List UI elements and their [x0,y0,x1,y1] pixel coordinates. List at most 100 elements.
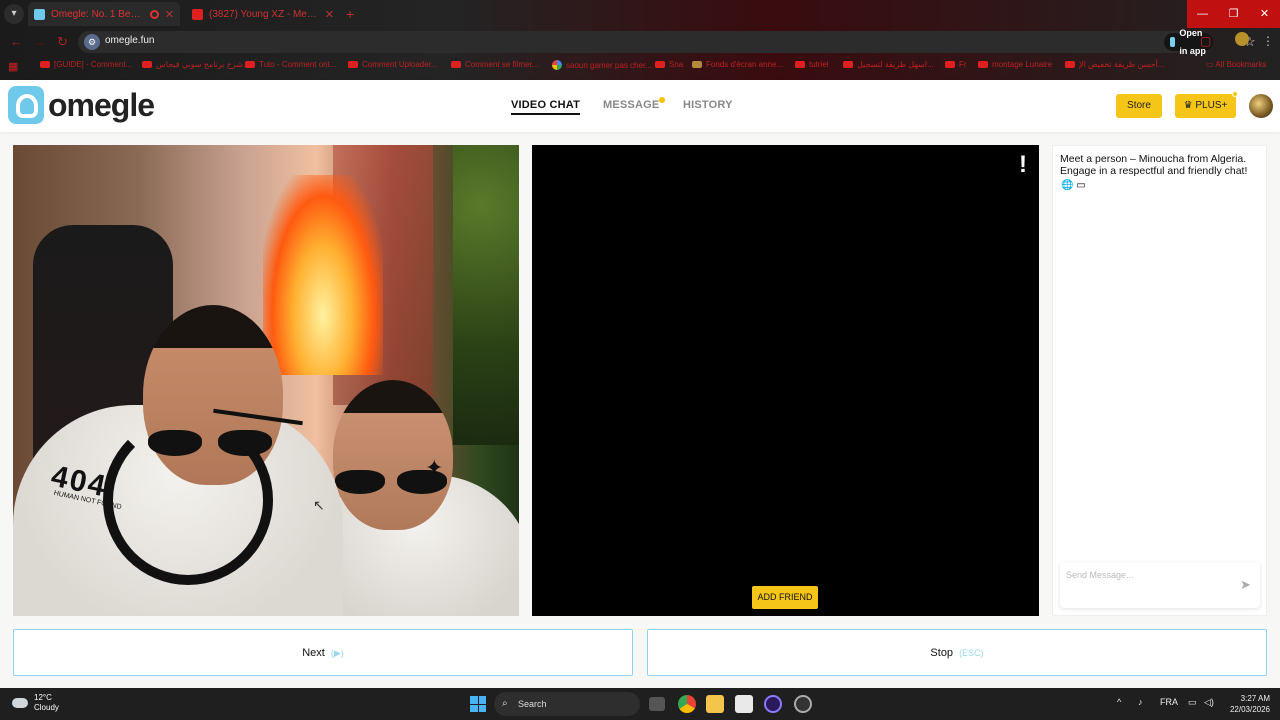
bookmark[interactable]: Fonds d'écran anne... [692,60,783,69]
bookmark-label: saoun gamer pas cher... [566,60,652,70]
bookmark-label: Sna [669,60,684,69]
bookmark-label: Fonds d'écran anne... [706,60,784,69]
bookmark[interactable]: اسهل طريقة لتسجيل... [843,60,934,69]
apps-grid-icon[interactable]: ▦ [8,60,18,73]
plus-badge-dot [1232,91,1238,97]
bookmark[interactable]: Sna [655,60,683,69]
windows-start-icon[interactable] [470,696,486,712]
omnibox[interactable]: ⚙ omegle.fun Open in app ☆ [78,28,1256,56]
back-icon[interactable]: ← [10,34,23,49]
weather-widget[interactable]: 12°C Cloudy [12,693,59,713]
forward-icon[interactable]: → [33,34,46,49]
crown-icon: ♛ [1183,100,1196,111]
new-tab-icon[interactable]: + [346,6,354,22]
bookmark[interactable]: أحسن طريقة تخفيض الإ... [1065,60,1165,69]
stop-shortcut-hint: (ESC) [959,648,984,658]
youtube-icon [978,61,988,68]
send-icon[interactable]: ➤ [1240,577,1251,593]
file-explorer-icon[interactable] [706,695,724,713]
bookmark-label: Tuto - Comment ont... [259,60,337,69]
app-icon [1170,37,1176,47]
youtube-favicon-icon [192,8,203,20]
bookmark[interactable]: saoun gamer pas cher... [552,60,652,70]
obs-icon[interactable] [794,695,812,713]
tab-search-icon[interactable]: ▾ [4,4,24,24]
local-video: ✦ 404 HUMAN NOT FOUND ↖ [13,145,519,616]
next-label: Next [302,647,325,659]
network-icon[interactable]: ▭ [1188,697,1197,708]
nav-history[interactable]: HISTORY [683,99,733,111]
search-icon: ⌕ [502,698,508,709]
taskbar-search[interactable]: ⌕ Search [494,692,640,716]
bookmark-label: Comment Uploader... [362,60,438,69]
plant [453,145,519,445]
plus-button[interactable]: ♛ PLUS+ [1175,91,1238,118]
bookmark[interactable]: Tuto - Comment ont... [245,60,337,69]
site-info-icon[interactable]: ⚙ [84,34,100,50]
nav-video-chat[interactable]: VIDEO CHAT [511,99,581,115]
logo-text: omegle [48,86,155,123]
tab-omegle[interactable]: Omegle: No. 1 Best Random... ✕ [28,2,180,26]
close-window-icon[interactable]: ✕ [1249,0,1280,28]
next-shortcut-hint: (▶) [330,648,344,658]
fireplace-fire [263,175,383,375]
youtube-icon [1065,61,1075,68]
bookmark[interactable]: montage Lunaire [978,60,1052,69]
restore-icon[interactable]: ❐ [1218,0,1249,28]
reload-icon[interactable]: ↻ [57,34,68,50]
chat-message-input[interactable] [1066,570,1226,580]
profile-icon[interactable] [1235,32,1249,46]
bookmark[interactable]: Comment Uploader... [348,60,438,69]
youtube-icon [795,61,805,68]
chat-system-message: Meet a person – Minoucha from Algeria. E… [1060,153,1248,177]
plus-label: PLUS+ [1195,100,1228,111]
bookmark[interactable]: Fr [945,60,967,69]
extension-icon[interactable]: ▢ [1200,34,1211,48]
next-button[interactable]: Next (▶) [13,629,633,676]
browser-chrome: ▾ Omegle: No. 1 Best Random... ✕ (3827) … [0,0,1280,80]
omegle-logo[interactable]: omegle [8,86,155,124]
mouse-cursor-icon: ↖ [313,497,325,513]
temperature: 12°C [34,693,52,702]
bookmark[interactable]: tutriel [795,60,829,69]
bookmark[interactable]: Comment se filmer... [451,60,538,69]
close-tab-icon[interactable]: ✕ [325,8,334,21]
taskbar-search-label: Search [518,699,547,709]
close-tab-icon[interactable]: ✕ [165,8,174,21]
recording-icon [149,9,159,19]
add-friend-button[interactable]: ADD FRIEND [752,586,818,609]
stop-button[interactable]: Stop (ESC) [647,629,1267,676]
omegle-favicon-icon [34,8,45,20]
bookmark[interactable]: شرح برنامج سوني فيجاس... [142,60,250,69]
task-view-icon[interactable] [649,697,665,711]
chrome-icon[interactable] [678,695,696,713]
bookmark-label: Fr [959,60,967,69]
chevron-up-icon[interactable]: ^ [1117,697,1121,707]
bookmark[interactable]: [GUIDE] - Comment... [40,60,132,69]
url-text[interactable]: omegle.fun [105,35,154,46]
globe-icon: 🌐 [1061,180,1074,191]
all-bookmarks-button[interactable]: ▭ All Bookmarks [1206,60,1266,69]
youtube-icon [142,61,152,68]
bookmark-label: [GUIDE] - Comment... [54,60,133,69]
menu-kebab-icon[interactable]: ⋮ [1262,34,1274,48]
bookmark-label: اسهل طريقة لتسجيل... [857,60,934,69]
report-button[interactable]: ! [1019,151,1027,179]
volume-icon[interactable]: ◁) [1204,697,1214,708]
tab-youtube[interactable]: (3827) Young XZ - Mensch Kifo... ✕ [186,2,340,26]
folder-icon: ▭ [1206,60,1216,69]
chat-message-icons: 🌐 ▭ [1061,180,1086,191]
nav-message[interactable]: MESSAGE [603,97,666,111]
notification-dot [659,97,666,103]
language-indicator[interactable]: FRA [1160,697,1178,707]
app-icon[interactable] [764,695,782,713]
bookmark-label: شرح برنامج سوني فيجاس... [156,60,250,69]
youtube-icon [843,61,853,68]
clock-date: 22/03/2026 [1229,705,1270,714]
clock[interactable]: 3:27 AM 22/03/2026 [1226,693,1270,715]
store-button[interactable]: Store [1116,94,1162,118]
microsoft-store-icon[interactable] [735,695,753,713]
microphone-icon[interactable]: ♪ [1138,697,1143,707]
avatar[interactable] [1249,94,1273,118]
all-bookmarks-label: All Bookmarks [1215,60,1267,69]
